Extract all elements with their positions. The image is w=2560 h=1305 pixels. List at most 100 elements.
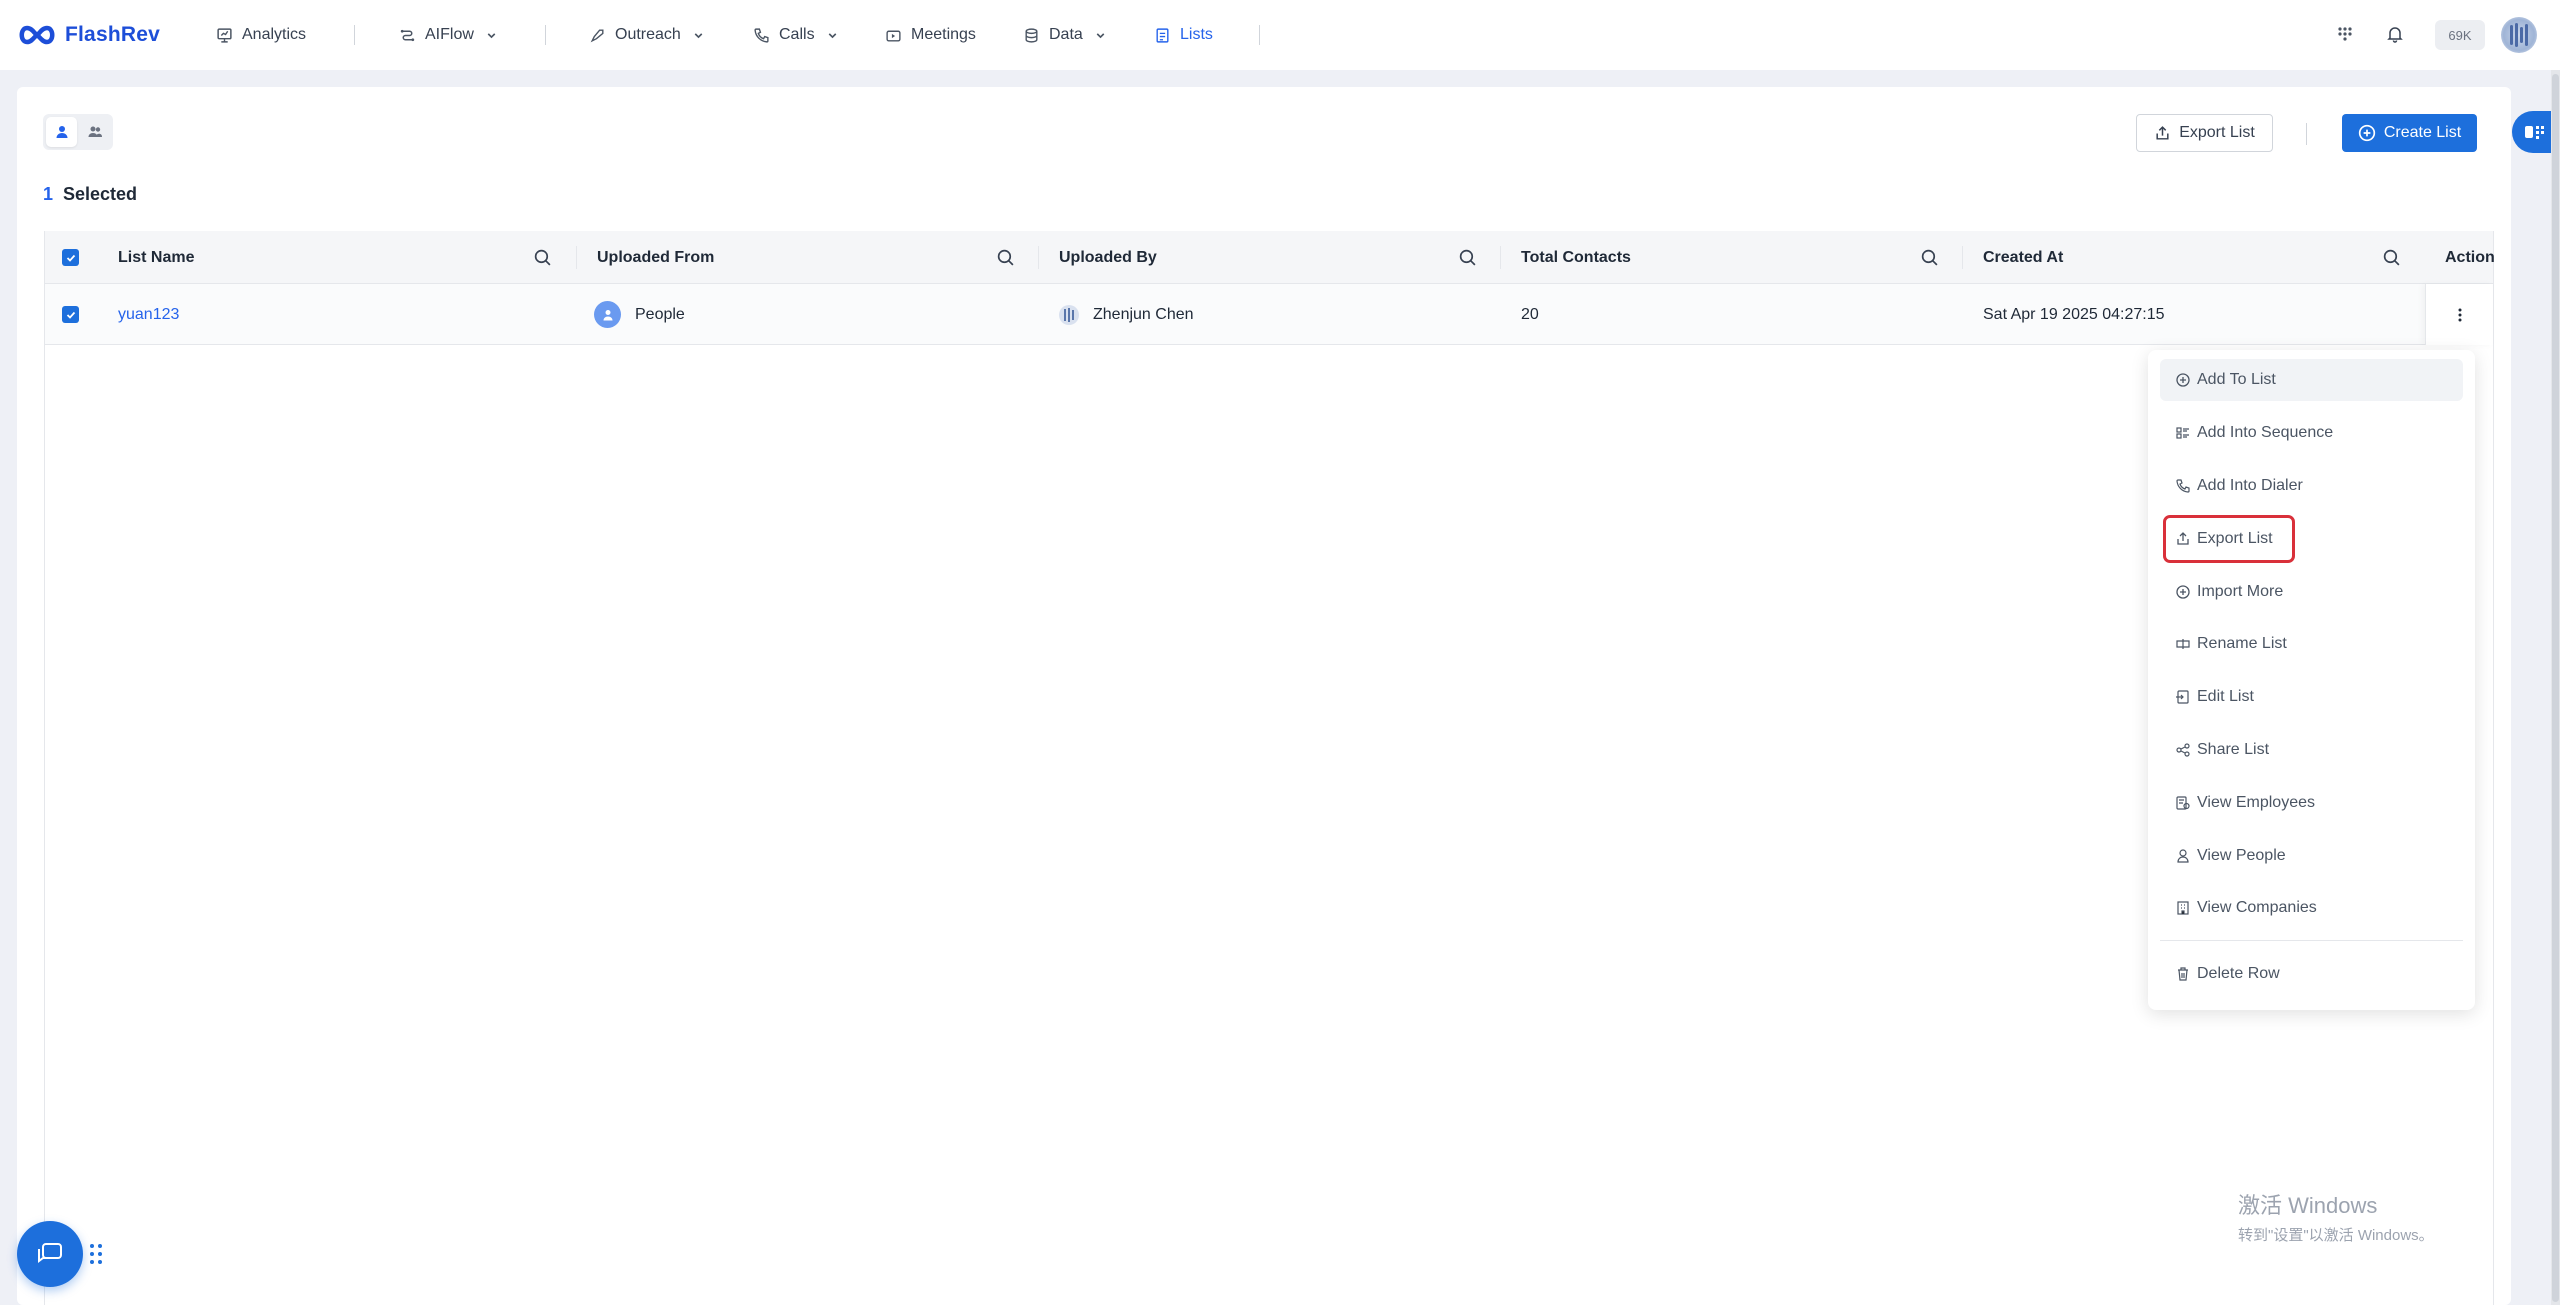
user-avatar[interactable] [2501,17,2537,53]
people-view-toggle[interactable] [46,117,77,147]
menu-item-share-list[interactable]: Share List [2160,729,2463,771]
menu-item-label: Share List [2197,741,2270,758]
plus-circle-icon [2358,124,2375,142]
uploader-avatar [1059,304,1079,325]
select-all-checkbox[interactable] [62,249,79,266]
search-icon[interactable] [533,248,552,267]
uploaded-from-cell: People [594,284,685,345]
column-divider [1500,246,1501,269]
infinity-logo-icon [19,25,55,45]
row-action-button[interactable] [2425,284,2493,345]
nav-outreach[interactable]: Outreach [589,20,705,50]
uploaded-by-value: Zhenjun Chen [1093,305,1194,323]
windows-activation-watermark: 激活 Windows 转到"设置"以激活 Windows。 [2238,1188,2434,1245]
person-icon [603,309,612,320]
chevron-down-icon [828,32,836,38]
nav-analytics[interactable]: Analytics [216,20,306,50]
menu-item-edit-list[interactable]: Edit List [2160,676,2463,718]
selected-count: 1 [43,183,54,204]
menu-item-delete-row[interactable]: Delete Row [2160,953,2463,995]
search-icon[interactable] [2382,248,2401,267]
menu-item-add-into-dialer[interactable]: Add Into Dialer [2160,465,2463,507]
page-scrollbar-thumb[interactable] [2552,74,2559,1302]
chart-board-icon [217,27,232,43]
nav-calls[interactable]: Calls [753,20,839,50]
chevron-down-icon [694,32,703,38]
search-icon[interactable] [996,248,1015,267]
video-icon [886,30,901,42]
person-icon [56,126,67,138]
notification-bell[interactable] [2383,22,2407,46]
nav-label: Outreach [615,26,681,43]
companies-view-toggle[interactable] [79,117,110,147]
table-row[interactable]: yuan123 People Zhenjun Chen 20 Sat Apr 1… [45,284,2493,345]
menu-item-label: Add Into Dialer [2197,477,2303,494]
menu-item-view-employees[interactable]: View Employees [2160,782,2463,824]
row-checkbox[interactable] [62,306,79,323]
menu-item-add-into-sequence[interactable]: Add Into Sequence [2160,412,2463,454]
person-icon [2177,849,2189,863]
lists-table: List Name Uploaded From Uploaded By Tota… [44,231,2495,1305]
total-contacts-value: 20 [1521,305,1539,323]
create-list-label: Create List [2383,124,2462,141]
column-divider [1038,246,1039,269]
nav-label: Calls [779,26,815,43]
credits-badge[interactable]: 69K [2435,20,2485,50]
nav-label: Analytics [242,26,307,43]
menu-item-view-companies[interactable]: View Companies [2160,887,2463,929]
panel-grid-icon [2525,126,2544,139]
chat-icon [38,1243,62,1263]
toolbar-divider [2306,123,2307,145]
row-action-menu: Add To List Add Into Sequence Add Into D… [2148,350,2475,1010]
menu-item-view-people[interactable]: View People [2160,835,2463,877]
chevron-down-icon [487,32,496,38]
menu-item-rename-list[interactable]: Rename List [2160,623,2463,665]
apps-grid-icon[interactable] [2333,22,2357,46]
nav-meetings[interactable]: Meetings [885,20,976,50]
rename-icon [2176,639,2190,649]
uploaded-from-value: People [635,305,685,323]
list-name-link[interactable]: yuan123 [118,284,179,345]
search-icon[interactable] [1920,248,1939,267]
menu-item-label: Add To List [2197,371,2276,388]
column-header-list-name: List Name [118,248,195,266]
top-navbar: FlashRev Analytics AIFlow Outreach Calls… [0,0,2560,70]
menu-item-export-list[interactable]: Export List [2163,515,2295,563]
brand-name: FlashRev [65,23,160,46]
drag-handle-icon[interactable] [88,1242,104,1266]
dialpad-icon [2338,27,2352,41]
trash-icon [2178,967,2188,981]
search-icon[interactable] [1458,248,1477,267]
created-at-value: Sat Apr 19 2025 04:27:15 [1983,305,2165,323]
watermark-title: 激活 Windows [2238,1193,2378,1218]
brand-logo[interactable]: FlashRev [17,20,160,50]
flow-icon [400,29,415,41]
nav-lists[interactable]: Lists [1154,20,1213,50]
check-icon [66,254,75,262]
selected-label: Selected [63,183,138,204]
bell-icon [2387,27,2403,43]
chat-support-button[interactable] [17,1221,83,1287]
export-icon [2156,125,2169,140]
menu-item-add-to-list[interactable]: Add To List [2160,359,2463,401]
menu-divider [2160,940,2463,941]
export-list-button[interactable]: Export List [2136,114,2273,152]
phone-icon [2176,479,2190,493]
nav-label: AIFlow [425,26,474,43]
nav-data[interactable]: Data [1023,20,1107,50]
database-icon [1025,27,1038,43]
nav-aiflow[interactable]: AIFlow [399,20,498,50]
create-list-button[interactable]: Create List [2342,114,2477,152]
column-header-created-at: Created At [1983,248,2064,266]
edit-icon [2176,690,2189,704]
menu-item-import-more[interactable]: Import More [2160,571,2463,613]
nav-divider [545,25,546,45]
group-icon [88,126,102,137]
plus-circle-icon [2176,373,2190,387]
menu-item-label: Add Into Sequence [2197,424,2334,441]
people-source-icon [594,301,621,328]
menu-item-label: Rename List [2197,635,2287,652]
nav-label: Data [1049,26,1083,43]
menu-item-label: View People [2197,847,2286,864]
column-header-uploaded-from: Uploaded From [597,248,715,266]
